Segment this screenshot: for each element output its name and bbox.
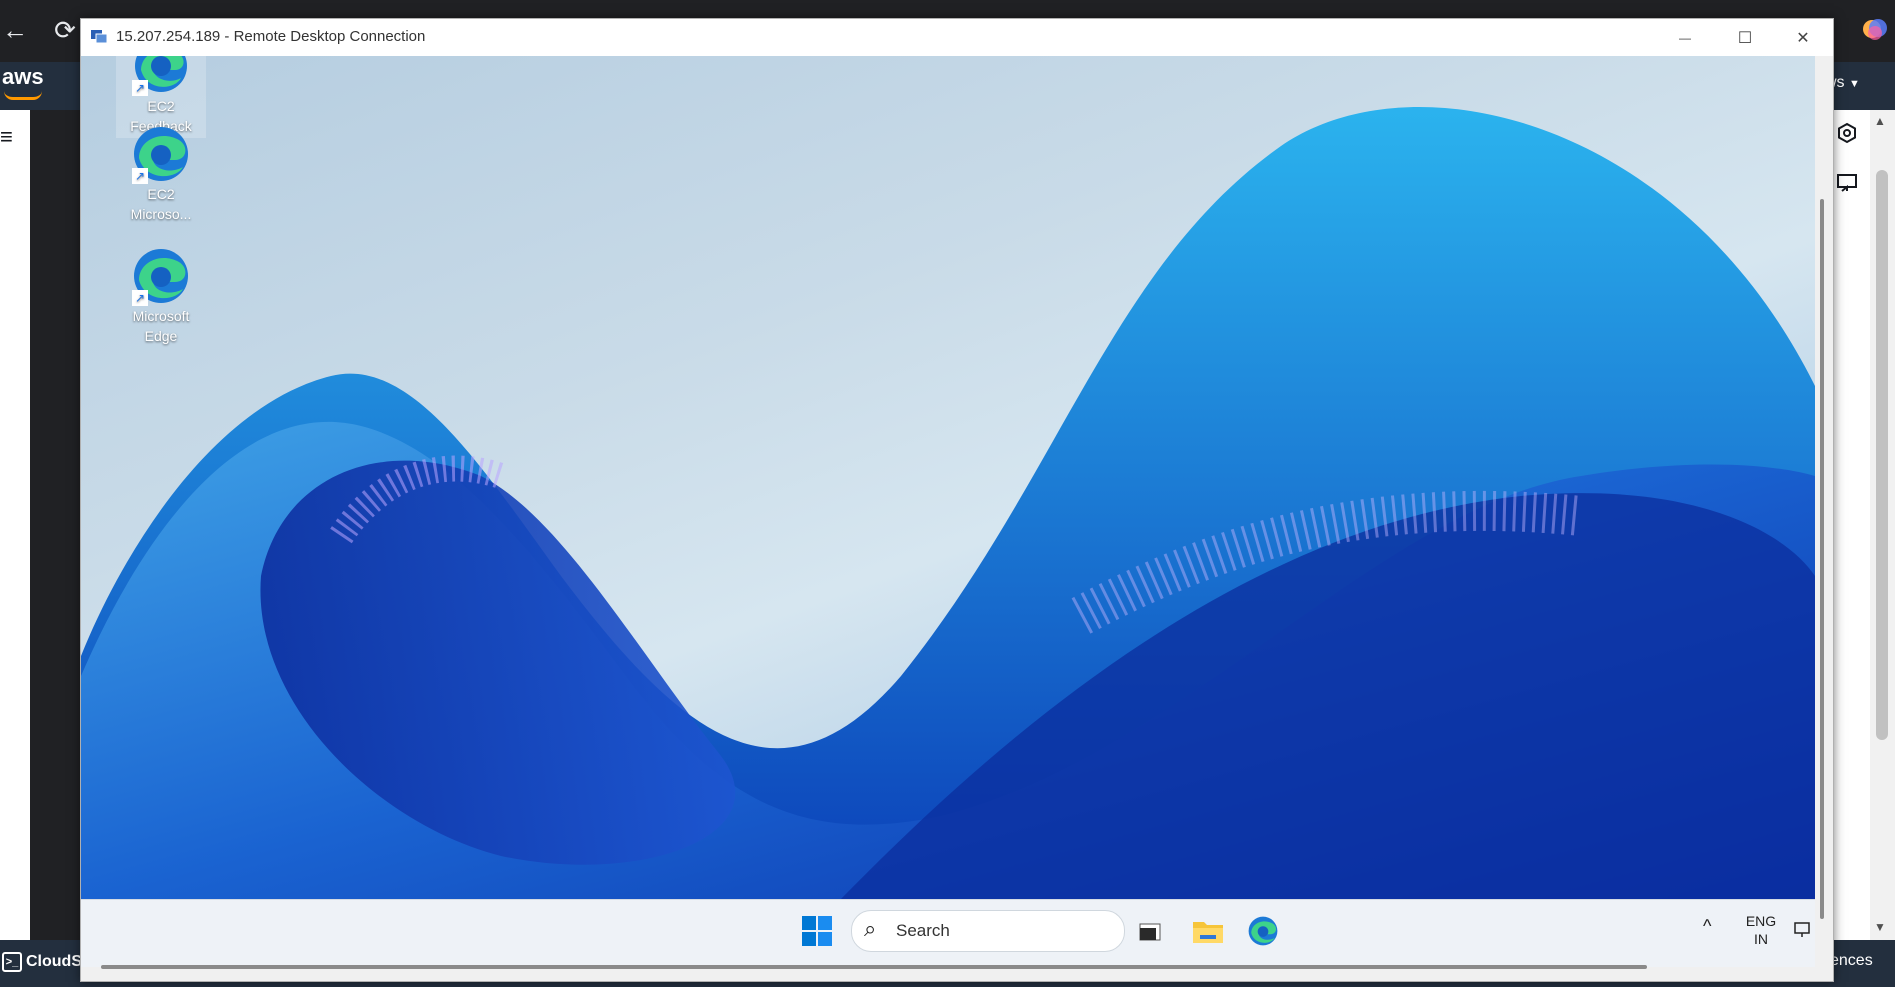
desktop-icon-ec2-microsoft[interactable]: ↗ EC2 Microso...	[116, 124, 206, 224]
folder-icon	[1193, 922, 1223, 943]
taskbar-search-box[interactable]: ⌕ Search	[851, 910, 1125, 952]
terminal-icon: >_	[2, 952, 22, 972]
start-button[interactable]	[801, 915, 833, 947]
search-icon: ⌕	[864, 916, 877, 941]
desktop-icon-label-line2: Microso...	[130, 206, 192, 222]
page-scrollbar-thumb[interactable]	[1876, 170, 1888, 740]
edge-icon: ↗	[131, 246, 191, 306]
reload-button[interactable]: ⟳	[50, 15, 80, 45]
console-left-panel	[0, 110, 30, 940]
tray-overflow-chevron-icon[interactable]: ^	[1703, 916, 1711, 937]
maximize-icon: ☐	[1737, 29, 1753, 47]
close-button[interactable]: ✕	[1773, 19, 1833, 56]
reload-icon: ⟳	[54, 14, 76, 45]
desktop-icon-microsoft-edge[interactable]: ↗ Microsoft Edge	[116, 246, 206, 346]
cloudshell-button[interactable]: >_ CloudSh	[2, 952, 92, 972]
shortcut-arrow-icon: ↗	[132, 168, 148, 184]
scroll-down-icon[interactable]: ▼	[1874, 920, 1886, 934]
language-label: ENG	[1745, 913, 1777, 929]
edge-icon: ↗	[131, 56, 191, 96]
desktop-icon-label-line1: EC2	[147, 186, 175, 202]
minimize-button[interactable]: —	[1655, 19, 1715, 56]
rdp-vertical-scrollbar-thumb[interactable]	[1820, 199, 1824, 919]
input-language-indicator[interactable]: ENG IN	[1741, 912, 1781, 948]
task-view-icon	[1139, 923, 1161, 941]
windows-logo-icon	[802, 916, 832, 946]
hexagon-icon[interactable]	[1836, 122, 1858, 150]
bloom-wallpaper	[81, 106, 1815, 899]
desktop-icon-label-line1: Microsoft	[132, 308, 190, 324]
shortcut-arrow-icon: ↗	[132, 290, 148, 306]
edge-taskbar-button[interactable]	[1247, 915, 1279, 947]
file-explorer-button[interactable]	[1191, 916, 1225, 946]
scroll-up-icon[interactable]: ▲	[1874, 114, 1886, 128]
rdp-window[interactable]: 15.207.254.189 - Remote Desktop Connecti…	[80, 18, 1834, 982]
desktop-icon-label-line2: Edge	[144, 328, 178, 344]
task-view-button[interactable]	[1136, 916, 1166, 946]
windows-taskbar: ⌕ Search ^ ENG IN	[81, 899, 1815, 968]
region-code-label: IN	[1754, 931, 1768, 947]
back-arrow-icon: ←	[2, 14, 28, 45]
desktop-icon-label-line1: EC2	[147, 98, 175, 114]
preferences-link[interactable]: ences	[1830, 952, 1873, 970]
back-button[interactable]: ←	[0, 15, 30, 45]
remote-desktop-background[interactable]: ↗ EC2 Feedback ↗ EC2 Microso... ↗ Micros…	[81, 56, 1815, 899]
remote-desktop-icon	[90, 28, 108, 46]
close-icon: ✕	[1796, 29, 1810, 47]
rdp-vertical-scrollbar[interactable]	[1815, 56, 1833, 981]
rdp-horizontal-scrollbar-thumb[interactable]	[101, 965, 1647, 969]
rdp-title-text: 15.207.254.189 - Remote Desktop Connecti…	[116, 28, 426, 45]
chevron-down-icon: ▼	[1849, 78, 1860, 90]
search-placeholder: Search	[896, 921, 950, 940]
aws-logo[interactable]: aws	[2, 64, 44, 90]
copilot-icon[interactable]	[1860, 14, 1890, 44]
network-icon[interactable]	[1793, 920, 1813, 940]
aws-logo-smile	[4, 91, 42, 100]
maximize-button[interactable]: ☐	[1715, 19, 1775, 56]
menu-icon[interactable]: ≡	[0, 124, 13, 150]
minimize-icon: —	[1679, 30, 1691, 45]
screen-feedback-icon[interactable]	[1836, 172, 1858, 200]
edge-icon	[1248, 916, 1278, 946]
browser-tab-strip	[0, 0, 1895, 15]
shortcut-arrow-icon: ↗	[132, 80, 148, 96]
edge-icon: ↗	[131, 124, 191, 184]
rdp-title-bar[interactable]: 15.207.254.189 - Remote Desktop Connecti…	[81, 19, 1833, 56]
rdp-horizontal-scrollbar[interactable]	[81, 967, 1815, 981]
